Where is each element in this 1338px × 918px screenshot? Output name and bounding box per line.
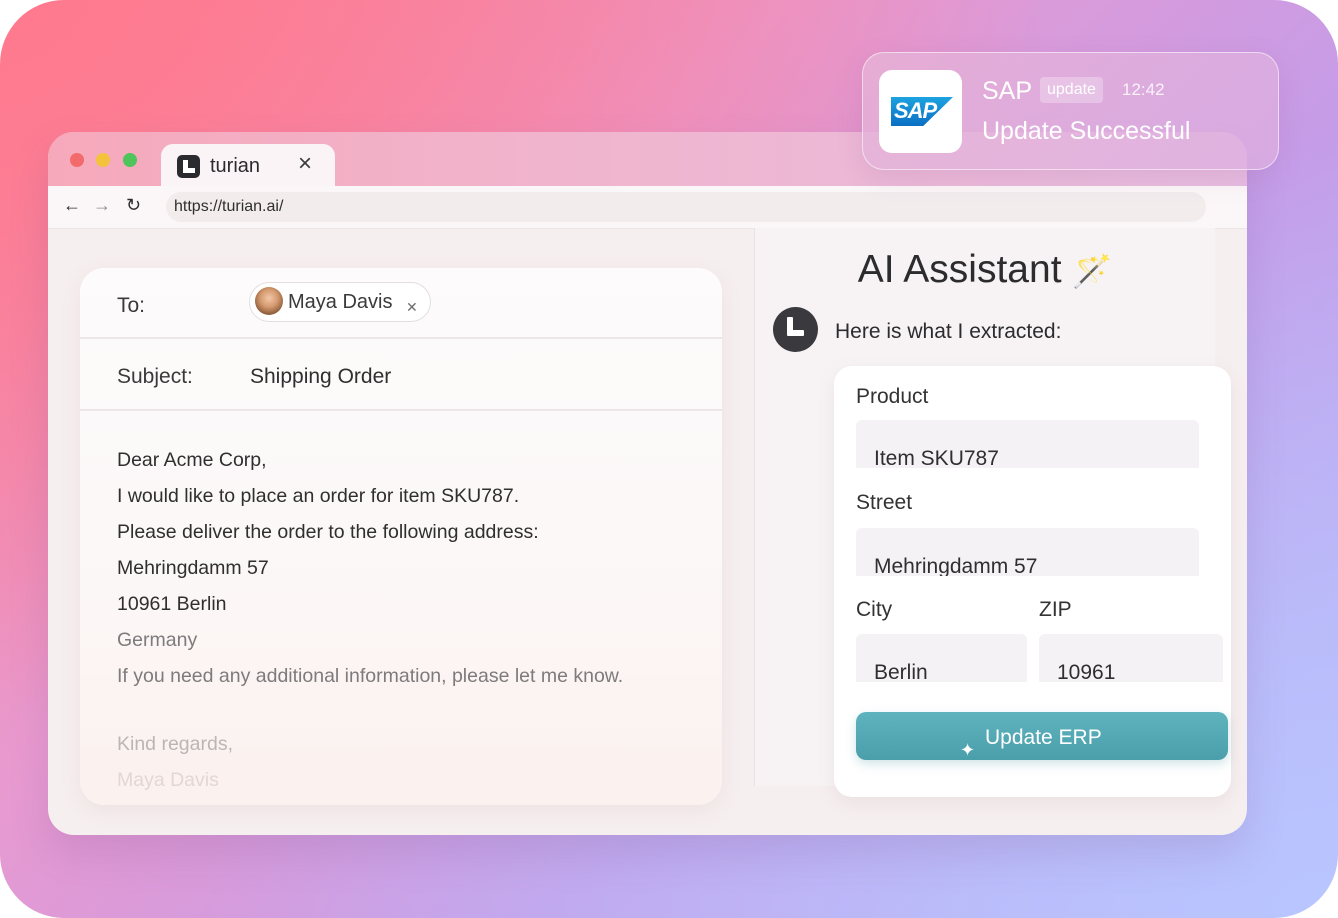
product-label: Product xyxy=(856,385,929,408)
turian-logo-icon xyxy=(177,155,200,178)
city-label: City xyxy=(856,598,893,621)
sap-logo-icon: SAP xyxy=(879,70,962,153)
magic-wand-icon: 🪄 xyxy=(1072,253,1113,289)
body-line: If you need any additional information, … xyxy=(117,665,624,687)
extraction-form: Product Item SKU787 Street Mehringdamm 5… xyxy=(834,366,1231,797)
zip-input[interactable]: 10961 xyxy=(1039,634,1223,682)
body-line: 10961 Berlin xyxy=(117,593,227,615)
zip-label: ZIP xyxy=(1039,598,1072,621)
status-badge: update xyxy=(1040,77,1103,103)
browser-tab[interactable]: turian × xyxy=(161,144,335,187)
assistant-message: Here is what I extracted: xyxy=(835,320,1062,343)
sap-notification[interactable]: SAP SAP update 12:42 Update Successful xyxy=(862,52,1279,170)
email-body[interactable]: Dear Acme Corp, I would like to place an… xyxy=(117,442,623,798)
arrow-right-icon[interactable]: → xyxy=(93,195,111,216)
body-line: Maya Davis xyxy=(117,769,219,791)
to-row: To: Maya Davis ✕ xyxy=(80,268,722,339)
body-line: I would like to place an order for item … xyxy=(117,485,520,507)
notification-time: 12:42 xyxy=(1122,80,1165,99)
arrow-left-icon[interactable]: ← xyxy=(63,195,81,216)
remove-recipient-icon[interactable]: ✕ xyxy=(406,299,418,316)
assistant-title-text: AI Assistant xyxy=(857,248,1062,291)
background-frame: turian × ← → ↻ https://turian.ai/ To: Ma… xyxy=(0,0,1338,918)
reload-icon[interactable]: ↻ xyxy=(126,195,141,216)
body-line: Dear Acme Corp, xyxy=(117,449,267,471)
window-close-dot[interactable] xyxy=(70,153,84,167)
subject-row: Subject: Shipping Order xyxy=(80,339,722,411)
notification-app-name: SAP xyxy=(982,77,1033,105)
subject-label: Subject: xyxy=(117,365,193,388)
street-label: Street xyxy=(856,491,913,514)
tab-title: turian xyxy=(210,155,261,177)
address-bar: ← → ↻ https://turian.ai/ xyxy=(48,186,1247,229)
product-input[interactable]: Item SKU787 xyxy=(856,420,1199,468)
body-line: Kind regards, xyxy=(117,733,233,755)
street-input[interactable]: Mehringdamm 57 xyxy=(856,528,1199,576)
recipient-name: Maya Davis xyxy=(288,291,393,313)
close-icon[interactable]: × xyxy=(298,150,312,178)
recipient-chip[interactable]: Maya Davis ✕ xyxy=(249,282,431,322)
window-minimize-dot[interactable] xyxy=(96,153,110,167)
body-line: Please deliver the order to the followin… xyxy=(117,521,539,543)
body-line: Mehringdamm 57 xyxy=(117,557,269,579)
sap-logo-text: SAP xyxy=(894,98,937,123)
body-line: Germany xyxy=(117,629,198,651)
url-field[interactable]: https://turian.ai/ xyxy=(166,192,1206,222)
sparkle-icon: ✦ xyxy=(960,740,976,760)
city-input[interactable]: Berlin xyxy=(856,634,1027,682)
assistant-title: AI Assistant 🪄 xyxy=(755,248,1215,292)
update-erp-button[interactable]: ✦ Update ERP xyxy=(856,712,1228,760)
avatar xyxy=(255,287,283,315)
notification-message: Update Successful xyxy=(982,117,1191,145)
window-maximize-dot[interactable] xyxy=(123,153,137,167)
bot-avatar-icon xyxy=(773,307,818,352)
subject-value[interactable]: Shipping Order xyxy=(250,365,391,389)
email-card: To: Maya Davis ✕ Subject: Shipping Order… xyxy=(80,268,722,805)
to-label: To: xyxy=(117,294,146,317)
update-erp-label: Update ERP xyxy=(985,726,1102,749)
